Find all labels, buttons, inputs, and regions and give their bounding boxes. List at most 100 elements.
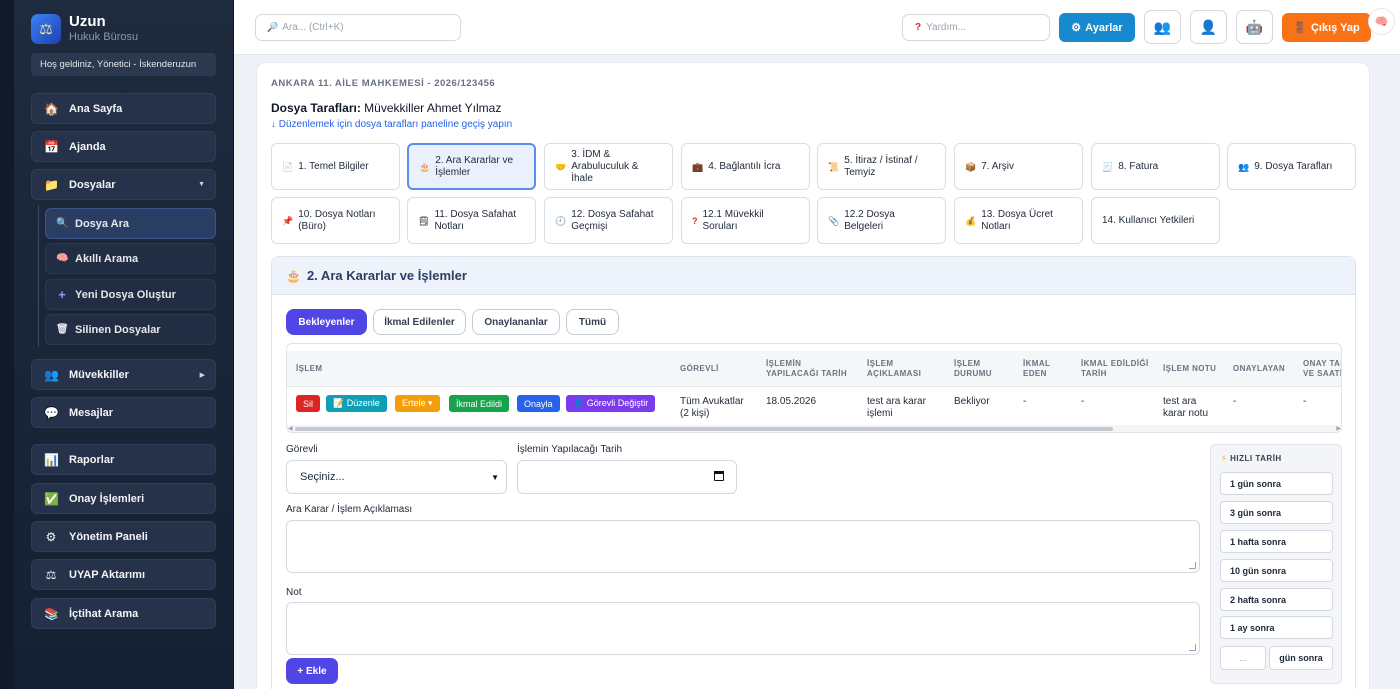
chevron-down-icon: ▼ bbox=[491, 472, 499, 482]
tab-user-permissions[interactable]: 14. Kullanıcı Yetkileri bbox=[1091, 197, 1220, 244]
tab-progress-notes[interactable]: 🗒 11. Dosya Safahat Notları bbox=[407, 197, 536, 244]
quick-date-1-day[interactable]: 1 gün sonra bbox=[1220, 472, 1333, 495]
approve-button[interactable]: Onayla bbox=[517, 395, 560, 412]
quick-date-title-text: HIZLI TARİH bbox=[1230, 454, 1282, 463]
description-textarea[interactable] bbox=[286, 520, 1200, 573]
cake-icon: 🎂 bbox=[419, 161, 431, 172]
assignee-select[interactable]: Seçiniz... ▼ bbox=[286, 460, 507, 494]
clock-icon: 🕘 bbox=[555, 215, 567, 226]
scroll-right-icon[interactable]: ▶ bbox=[1336, 425, 1341, 432]
sidebar-subitem-label: Yeni Dosya Oluştur bbox=[75, 288, 176, 301]
chevron-right-icon: ▶ bbox=[199, 371, 205, 379]
scroll-left-icon[interactable]: ◀ bbox=[288, 425, 293, 432]
col-not: İŞLEM NOTU bbox=[1163, 364, 1217, 373]
logout-button[interactable]: 🚪 Çıkış Yap bbox=[1282, 13, 1371, 42]
scrollbar-thumb[interactable] bbox=[295, 427, 1113, 431]
receipt-icon: 🧾 bbox=[1102, 161, 1114, 172]
sidebar-item-uyap[interactable]: ⚖ UYAP Aktarımı bbox=[31, 559, 216, 590]
delete-button[interactable]: Sil bbox=[296, 395, 321, 412]
settings-button[interactable]: ⚙ Ayarlar bbox=[1059, 13, 1135, 42]
mark-completed-button[interactable]: İkmal Edildi bbox=[449, 395, 510, 412]
quick-date-1-month[interactable]: 1 ay sonra bbox=[1220, 616, 1333, 639]
robot-icon: 🤖 bbox=[1245, 18, 1264, 35]
tab-invoice[interactable]: 🧾 8. Fatura bbox=[1091, 143, 1220, 190]
custom-days-input[interactable]: ... bbox=[1220, 646, 1266, 670]
tab-fee-notes[interactable]: 💰 13. Dosya Ücret Notları bbox=[954, 197, 1083, 244]
brain-avatar-icon[interactable]: 🧠 bbox=[1368, 8, 1395, 35]
filter-completed[interactable]: İkmal Edilenler bbox=[373, 309, 466, 335]
tab-label: 12.2 Dosya Belgeleri bbox=[844, 208, 895, 232]
postpone-dropdown[interactable]: Ertele ▾ bbox=[395, 395, 440, 412]
tab-mediation[interactable]: 🤝 3. İDM & Arabuluculuk & İhale bbox=[544, 143, 673, 190]
sidebar-item-messages[interactable]: 💬 Mesajlar bbox=[31, 397, 216, 428]
quick-date-1-week[interactable]: 1 hafta sonra bbox=[1220, 530, 1333, 553]
sidebar-subitem-smart-search[interactable]: 🧠 Akıllı Arama bbox=[45, 243, 216, 274]
quick-date-10-days[interactable]: 10 gün sonra bbox=[1220, 559, 1333, 582]
quick-date-3-days[interactable]: 3 gün sonra bbox=[1220, 501, 1333, 524]
add-button[interactable]: + Ekle bbox=[286, 658, 338, 684]
sidebar-subitem-file-search[interactable]: 🔍 Dosya Ara bbox=[45, 208, 216, 239]
note-textarea[interactable] bbox=[286, 602, 1200, 655]
sidebar-item-label: İçtihat Arama bbox=[69, 607, 139, 620]
sidebar-item-label: UYAP Aktarımı bbox=[69, 568, 146, 581]
tab-documents[interactable]: 📎 12.2 Dosya Belgeleri bbox=[817, 197, 946, 244]
chevron-down-icon: ▼ bbox=[198, 181, 205, 188]
sidebar-item-case-law[interactable]: 📚 İçtihat Arama bbox=[31, 598, 216, 629]
parties-label: Dosya Tarafları: bbox=[271, 101, 361, 115]
tab-interim-decisions[interactable]: 🎂 2. Ara Kararlar ve İşlemler bbox=[407, 143, 536, 190]
clip-icon: 📎 bbox=[828, 215, 840, 226]
door-icon: 🚪 bbox=[1293, 22, 1307, 34]
sidebar-item-files[interactable]: 📁 Dosyalar ▼ bbox=[31, 169, 216, 200]
sidebar-subitem-label: Dosya Ara bbox=[75, 217, 130, 230]
bar-chart-icon: 📊 bbox=[44, 452, 59, 467]
box-icon: 📦 bbox=[965, 161, 977, 172]
cell-ikmal-tarih: - bbox=[1081, 396, 1085, 407]
sidebar-item-reports[interactable]: 📊 Raporlar bbox=[31, 444, 216, 475]
sidebar-item-agenda[interactable]: 📅 Ajanda bbox=[31, 131, 216, 162]
tab-archive[interactable]: 📦 7. Arşiv bbox=[954, 143, 1083, 190]
tab-progress-history[interactable]: 🕘 12. Dosya Safahat Geçmişi bbox=[544, 197, 673, 244]
help-search-input[interactable]: ? Yardım... bbox=[902, 14, 1050, 41]
brand[interactable]: ⚖ Uzun Hukuk Bürosu bbox=[31, 14, 138, 44]
horizontal-scrollbar[interactable]: ◀ ▶ bbox=[287, 425, 1341, 432]
parties-link[interactable]: ↓ Düzenlemek için dosya tarafları paneli… bbox=[271, 119, 512, 130]
quick-date-2-weeks[interactable]: 2 hafta sonra bbox=[1220, 588, 1333, 611]
filter-all[interactable]: Tümü bbox=[566, 309, 619, 335]
sidebar-item-admin[interactable]: ⚙ Yönetim Paneli bbox=[31, 521, 216, 552]
tab-basic-info[interactable]: 📄 1. Temel Bilgiler bbox=[271, 143, 400, 190]
sidebar-item-label: Dosyalar bbox=[69, 178, 116, 191]
date-input[interactable] bbox=[517, 460, 737, 494]
table-header: İŞLEM GÖREVLİ İŞLEMİN YAPILACAĞI TARİH İ… bbox=[287, 351, 1341, 387]
profile-button[interactable]: 👤 bbox=[1190, 10, 1227, 44]
sidebar-item-clients[interactable]: 👥 Müvekkiller ▶ bbox=[31, 359, 216, 390]
lightning-icon: ⚡ bbox=[1221, 454, 1228, 463]
tab-appeal[interactable]: 📜 5. İtiraz / İstinaf / Temyiz bbox=[817, 143, 946, 190]
sidebar-item-approvals[interactable]: ✅ Onay İşlemleri bbox=[31, 483, 216, 514]
sidebar-subitem-new-file[interactable]: + Yeni Dosya Oluştur bbox=[45, 279, 216, 310]
col-aciklama: İŞLEM AÇIKLAMASI bbox=[867, 359, 922, 378]
tab-client-questions[interactable]: ? 12.1 Müvekkil Soruları bbox=[681, 197, 810, 244]
custom-days-button[interactable]: gün sonra bbox=[1269, 646, 1333, 670]
plus-icon: + bbox=[58, 287, 66, 302]
tab-office-notes[interactable]: 📌 10. Dosya Notları (Büro) bbox=[271, 197, 400, 244]
filter-pending[interactable]: Bekleyenler bbox=[286, 309, 367, 335]
sidebar-item-label: Yönetim Paneli bbox=[69, 530, 148, 543]
search-input[interactable]: 🔎 Ara... (Ctrl+K) bbox=[255, 14, 461, 41]
sidebar-item-label: Raporlar bbox=[69, 453, 115, 466]
people-icon: 👥 bbox=[1238, 161, 1250, 172]
handshake-icon: 🤝 bbox=[555, 161, 567, 172]
sidebar-item-label: Mesajlar bbox=[69, 406, 114, 419]
calendar-icon[interactable] bbox=[713, 470, 724, 481]
teams-button[interactable]: 👥 bbox=[1144, 10, 1181, 44]
change-assignee-button[interactable]: 👤 Görevli Değiştir bbox=[566, 395, 656, 412]
filter-approved[interactable]: Onaylananlar bbox=[472, 309, 560, 335]
search-icon: 🔍 bbox=[56, 218, 69, 229]
edit-button[interactable]: 📝 Düzenle bbox=[326, 395, 387, 412]
col-ikmal-tarih: İKMAL EDİLDİĞİ TARİH bbox=[1081, 359, 1149, 378]
tab-linked-enforcement[interactable]: 💼 4. Bağlantılı İcra bbox=[681, 143, 810, 190]
tab-parties[interactable]: 👥 9. Dosya Tarafları bbox=[1227, 143, 1356, 190]
sidebar-subitem-deleted-files[interactable]: 🗑 Silinen Dosyalar bbox=[45, 314, 216, 345]
books-icon: 📚 bbox=[44, 606, 59, 621]
assistant-button[interactable]: 🤖 bbox=[1236, 10, 1273, 44]
sidebar-item-home[interactable]: 🏠 Ana Sayfa bbox=[31, 93, 216, 124]
